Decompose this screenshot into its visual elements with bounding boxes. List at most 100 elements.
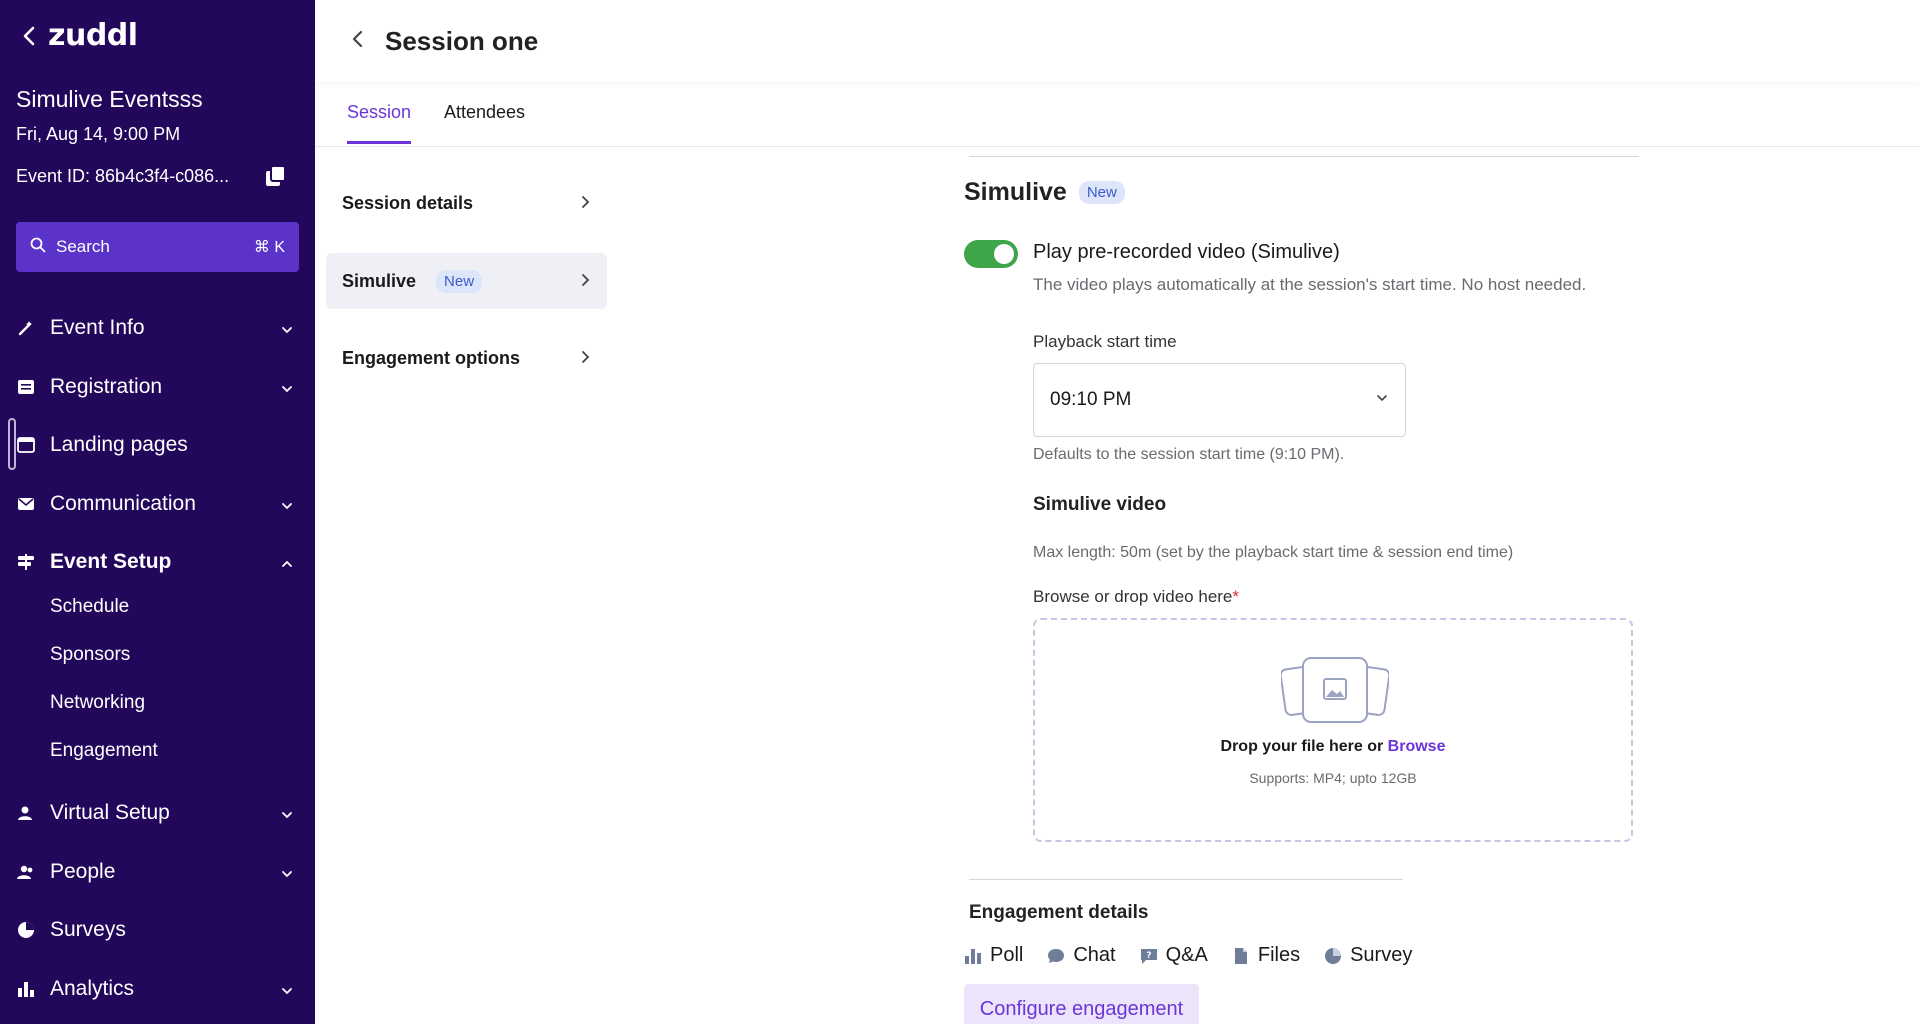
sidebar-subitem-networking[interactable]: Networking [50,692,145,714]
divider [969,156,1639,157]
sidebar-item-people[interactable]: People [16,852,299,892]
chevron-down-icon [279,805,295,821]
browser-icon [16,435,36,455]
playback-start-select[interactable]: 09:10 PM [1033,363,1406,437]
sidebar-item-label: Communication [50,492,196,515]
engagement-item-qa: ? Q&A [1140,944,1208,967]
event-name: Simulive Eventsss [16,86,203,112]
engagement-label: Survey [1350,944,1413,966]
copy-icon[interactable] [263,163,289,189]
sidebar-item-label: Registration [50,375,163,398]
form-icon [16,377,36,397]
question-icon: ? [1140,947,1158,965]
subnav-item-simulive[interactable]: Simulive New [326,253,607,309]
chevron-down-icon [1375,389,1389,411]
svg-text:?: ? [1146,951,1151,961]
video-dropzone[interactable]: Drop your file here or Browse Supports: … [1033,618,1633,842]
sidebar-item-communication[interactable]: Communication [16,484,299,524]
tab-bar: Session Attendees [315,82,1920,147]
drop-text: Drop your file here or [1220,738,1384,755]
logo-row[interactable]: zuddl [22,18,138,53]
bar-chart-icon [964,947,982,965]
chevron-down-icon [279,981,295,997]
playback-start-label: Playback start time [1033,332,1177,351]
sidebar-item-label: People [50,860,116,883]
browse-link[interactable]: Browse [1388,738,1446,755]
configure-engagement-button[interactable]: Configure engagement [964,984,1199,1024]
sidebar-item-surveys[interactable]: Surveys [16,910,299,950]
sidebar-subitem-engagement[interactable]: Engagement [50,740,158,762]
sidebar-item-label: Event Setup [50,550,172,573]
back-chevron-icon[interactable] [351,29,365,54]
tab-attendees[interactable]: Attendees [444,102,525,141]
search-label: Search [56,237,110,256]
search-icon [30,237,46,258]
required-mark: * [1232,587,1240,606]
sidebar-item-event-setup[interactable]: Event Setup [16,542,299,582]
page-header: Session one [315,0,1920,82]
sidebar-item-label: Virtual Setup [50,801,170,824]
simulive-section-header: Simulive New [964,178,1125,207]
sidebar-subitem-sponsors[interactable]: Sponsors [50,644,130,666]
browse-label-row: Browse or drop video here* [1033,587,1239,607]
image-upload-icon [1279,656,1391,726]
section-title: Simulive [964,178,1067,206]
event-id: Event ID: 86b4c3f4-c086... [16,165,230,186]
person-icon [16,803,36,823]
sidebar-item-virtual-setup[interactable]: Virtual Setup [16,793,299,833]
sidebar-item-analytics[interactable]: Analytics [16,969,299,1009]
chevron-down-icon [279,320,295,336]
sidebar: zuddl Simulive Eventsss Fri, Aug 14, 9:0… [0,0,315,1024]
toggle-knob [994,244,1014,264]
tab-session[interactable]: Session [347,102,412,144]
signpost-icon [16,552,36,572]
magic-wand-icon [16,318,36,338]
engagement-features: Poll Chat ? Q&A Files Survey [964,944,1412,967]
subnav-item-session-details[interactable]: Session details [326,175,607,231]
search-button[interactable]: Search ⌘ K [16,222,299,272]
new-badge: New [1078,181,1125,204]
toggle-description: The video plays automatically at the ses… [1033,275,1587,294]
engagement-label: Chat [1073,944,1116,966]
toggle-label: Play pre-recorded video (Simulive) [1033,241,1340,263]
engagement-item-poll: Poll [964,944,1023,967]
sidebar-item-event-info[interactable]: Event Info [16,308,299,348]
pie-chart-icon [1324,947,1342,965]
scrollbar-handle[interactable] [8,418,16,470]
page-title: Session one [385,25,539,56]
chevron-right-icon [579,193,591,214]
engagement-details-title: Engagement details [969,902,1149,923]
chevron-up-icon [279,554,295,570]
subnav-item-engagement-options[interactable]: Engagement options [326,330,607,386]
search-shortcut: ⌘ K [253,239,285,256]
bar-chart-icon [16,979,36,999]
dropzone-text: Drop your file here or Browse [1035,738,1631,756]
mail-icon [16,494,36,514]
sidebar-subitem-schedule[interactable]: Schedule [50,596,129,618]
back-chevron-icon[interactable] [22,21,40,51]
chevron-down-icon [279,496,295,512]
max-length-hint: Max length: 50m (set by the playback sta… [1033,544,1514,561]
sidebar-item-landing-pages[interactable]: Landing pages [16,425,299,465]
engagement-item-survey: Survey [1324,944,1412,967]
people-icon [16,862,36,882]
simulive-video-heading: Simulive video [1033,494,1167,515]
sidebar-item-label: Analytics [50,977,135,1000]
select-value: 09:10 PM [1050,389,1132,410]
engagement-label: Files [1257,944,1301,966]
simulive-toggle[interactable] [964,240,1018,268]
chevron-right-icon [579,348,591,369]
playback-hint: Defaults to the session start time (9:10… [1033,446,1345,463]
engagement-item-files: Files [1232,944,1300,967]
divider [969,879,1403,880]
sidebar-item-label: Landing pages [50,433,188,456]
pie-chart-icon [16,920,36,940]
chevron-down-icon [279,864,295,880]
event-id-row: Event ID: 86b4c3f4-c086... [16,163,289,189]
browse-label: Browse or drop video here [1033,587,1233,606]
sidebar-item-label: Surveys [50,918,126,941]
sidebar-item-label: Event Info [50,316,145,339]
engagement-item-chat: Chat [1047,944,1116,967]
chevron-right-icon [579,271,591,292]
sidebar-item-registration[interactable]: Registration [16,367,299,407]
